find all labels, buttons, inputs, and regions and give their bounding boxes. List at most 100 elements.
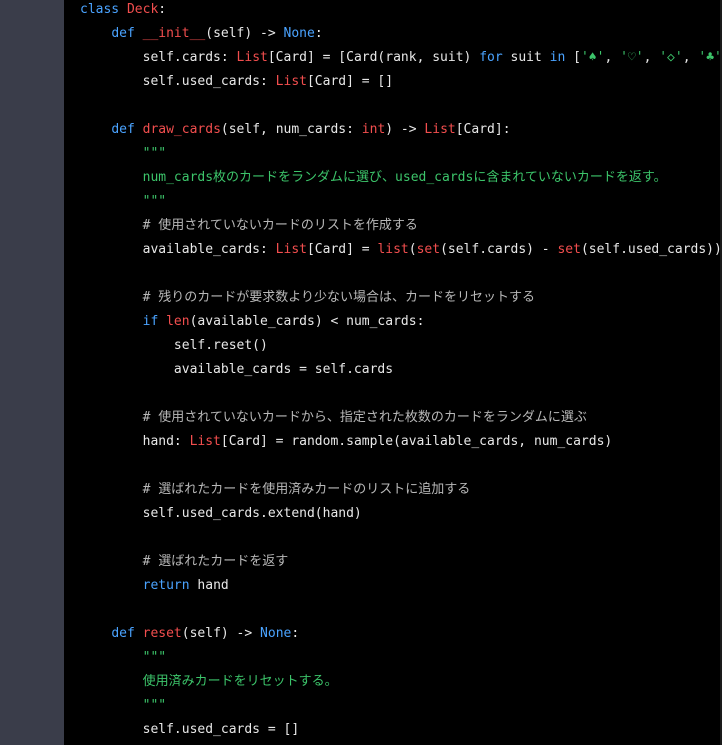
code-line: 使用済みカードをリセットする。	[80, 670, 338, 694]
code-token: [Card] = [Card(rank, suit)	[267, 50, 480, 65]
code-token: set	[557, 242, 581, 257]
code-token: """	[80, 650, 167, 665]
code-token: (available_cards) < num_cards:	[189, 314, 425, 329]
code-line: # 使用されていないカードから、指定された枚数のカードをランダムに選ぶ	[80, 406, 587, 430]
code-token: [Card] = []	[306, 74, 394, 89]
code-token: '◇'	[659, 50, 683, 65]
code-line: available_cards = self.cards	[80, 358, 393, 382]
code-token: # 使用されていないカードのリストを作成する	[80, 218, 418, 233]
code-token: :	[291, 626, 300, 641]
code-token: """	[80, 194, 167, 209]
code-line: self.cards: List[Card] = [Card(rank, sui…	[80, 46, 722, 70]
code-token: [Card] =	[306, 242, 378, 257]
code-token: self.used_cards.extend(hand)	[80, 506, 362, 521]
code-token: '♠'	[580, 50, 605, 65]
code-token: """	[80, 698, 167, 713]
code-line: # 使用されていないカードのリストを作成する	[80, 214, 418, 238]
code-line: def reset(self) -> None:	[80, 622, 299, 646]
code-token: ,	[682, 50, 699, 65]
code-line: available_cards: List[Card] = list(set(s…	[80, 238, 722, 262]
code-token: List	[275, 74, 307, 89]
code-token: List	[424, 122, 456, 137]
code-line: self.reset()	[80, 334, 268, 358]
code-line: if len(available_cards) < num_cards:	[80, 310, 425, 334]
code-token: (self, num_cards:	[220, 122, 362, 137]
code-token: # 使用されていないカードから、指定された枚数のカードをランダムに選ぶ	[80, 410, 587, 425]
code-token: # 残りのカードが要求数より少ない場合は、カードをリセットする	[80, 290, 536, 305]
code-line: """	[80, 190, 166, 214]
code-token: for	[479, 50, 503, 65]
code-token: 使用済みカードをリセットする。	[80, 674, 338, 689]
code-token: hand:	[80, 434, 190, 449]
code-token: (self) ->	[181, 626, 261, 641]
code-line: self.used_cards.extend(hand)	[80, 502, 362, 526]
code-token: [	[565, 50, 581, 65]
code-area[interactable]: class Deck: def __init__(self) -> None: …	[64, 0, 722, 745]
code-token: def	[111, 122, 135, 137]
code-token: return	[142, 578, 190, 593]
code-token: list	[377, 242, 409, 257]
code-token: None	[260, 626, 292, 641]
code-token: reset	[142, 626, 182, 641]
code-token: Deck	[126, 2, 159, 17]
code-token: ) ->	[385, 122, 425, 137]
code-token: len	[166, 314, 190, 329]
code-token: hand	[189, 578, 229, 593]
code-token: :	[314, 26, 323, 41]
code-line: def __init__(self) -> None:	[80, 22, 323, 46]
code-line: num_cards枚のカードをランダムに選び、used_cardsに含まれていな…	[80, 166, 667, 190]
code-token: [Card] = random.sample(available_cards, …	[220, 434, 613, 449]
code-token: '♣'	[698, 50, 722, 65]
code-token: available_cards:	[80, 242, 276, 257]
code-token: self.used_cards = []	[80, 722, 300, 737]
code-token: int	[361, 122, 386, 137]
code-token: List	[236, 50, 268, 65]
code-line: class Deck:	[80, 0, 166, 22]
code-line: # 選ばれたカードを使用済みカードのリストに追加する	[80, 478, 471, 502]
code-token: def	[111, 26, 135, 41]
code-token: (self) ->	[205, 26, 284, 41]
code-token: List	[275, 242, 307, 257]
code-token: def	[111, 626, 135, 641]
code-token: ,	[643, 50, 660, 65]
code-line: return hand	[80, 574, 229, 598]
code-token: self.used_cards:	[80, 74, 276, 89]
code-token: available_cards = self.cards	[80, 362, 394, 377]
code-token: None	[283, 26, 315, 41]
code-line: """	[80, 142, 166, 166]
code-line: self.used_cards = []	[80, 718, 300, 742]
code-token: draw_cards	[142, 122, 221, 137]
code-token: num_cards枚のカードをランダムに選び、used_cardsに含まれていな…	[80, 170, 667, 185]
code-token: (self.cards) -	[440, 242, 558, 257]
code-token: __init__	[142, 26, 206, 41]
code-token: """	[80, 146, 167, 161]
code-token: List	[189, 434, 221, 449]
code-line: # 残りのカードが要求数より少ない場合は、カードをリセットする	[80, 286, 535, 310]
code-editor[interactable]: class Deck: def __init__(self) -> None: …	[0, 0, 722, 745]
code-line: def draw_cards(self, num_cards: int) -> …	[80, 118, 511, 142]
code-token: (self.used_cards))	[580, 242, 722, 257]
code-token: [Card]:	[455, 122, 511, 137]
code-token: in	[549, 50, 566, 65]
code-token: '♡'	[620, 50, 644, 65]
code-line: """	[80, 646, 166, 670]
code-line: self.used_cards: List[Card] = []	[80, 70, 393, 94]
code-token: # 選ばれたカードを使用済みカードのリストに追加する	[80, 482, 471, 497]
code-token: self.reset()	[80, 338, 268, 353]
code-token: ,	[604, 50, 621, 65]
code-line: hand: List[Card] = random.sample(availab…	[80, 430, 613, 454]
code-token: # 選ばれたカードを返す	[80, 554, 289, 569]
code-line: # 選ばれたカードを返す	[80, 550, 289, 574]
code-token: self.cards:	[80, 50, 237, 65]
code-line: """	[80, 694, 166, 718]
